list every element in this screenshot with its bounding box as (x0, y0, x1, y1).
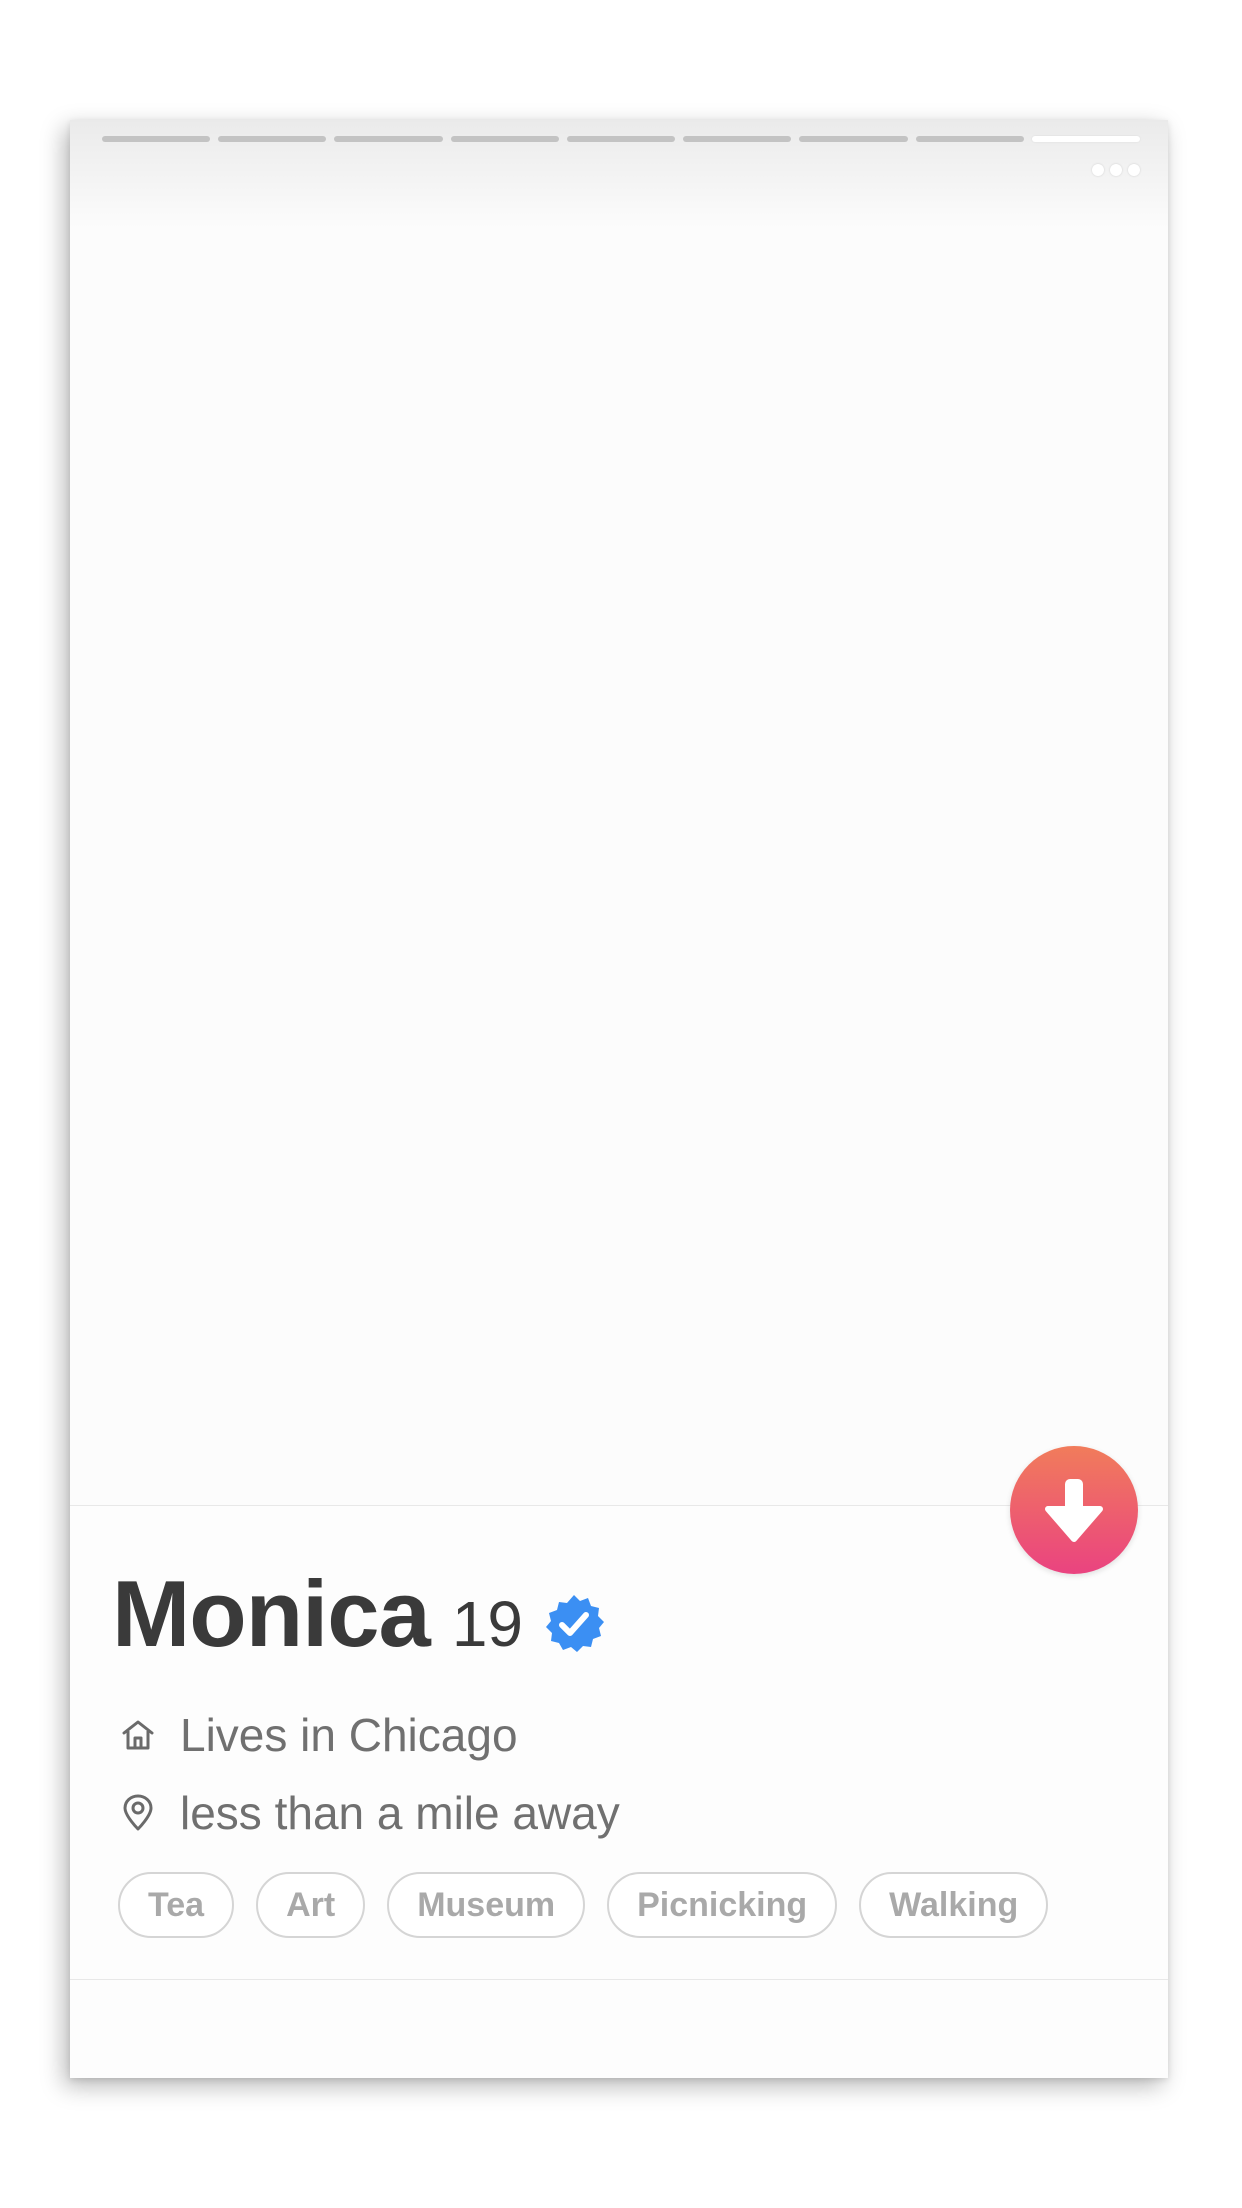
photo-progress-segment[interactable] (566, 136, 676, 142)
photo-progress-segment-active[interactable] (1031, 136, 1140, 142)
photo-progress-segment[interactable] (683, 136, 792, 142)
photo-progress-bar (102, 136, 1140, 142)
profile-info: Monica 19 Lives in Chicago less than a m… (112, 1560, 1138, 1938)
profile-name: Monica (112, 1561, 431, 1666)
arrow-down-icon (1045, 1479, 1103, 1542)
photo-progress-segment[interactable] (915, 136, 1024, 142)
distance-row: less than a mile away (112, 1774, 1138, 1852)
collapse-profile-button[interactable] (1010, 1446, 1138, 1574)
more-dots-icon (1128, 164, 1140, 176)
photo-progress-segment[interactable] (450, 136, 559, 142)
name-row: Monica 19 (112, 1560, 1138, 1670)
interest-tags: Tea Art Museum Picnicking Walking (118, 1872, 1138, 1938)
profile-photo[interactable] (70, 120, 1168, 1505)
photo-divider (70, 1505, 1168, 1506)
home-icon (118, 1715, 158, 1755)
lives-in-row: Lives in Chicago (112, 1696, 1138, 1774)
lives-in-text: Lives in Chicago (180, 1709, 518, 1761)
distance-text: less than a mile away (180, 1787, 620, 1839)
interest-tag: Museum (387, 1872, 586, 1938)
more-dots-icon (1110, 164, 1122, 176)
interest-tag: Picnicking (607, 1872, 838, 1938)
verified-badge-icon[interactable] (543, 1593, 605, 1655)
location-pin-icon (118, 1793, 158, 1833)
interest-tag: Art (256, 1872, 366, 1938)
profile-age: 19 (451, 1588, 524, 1660)
profile-footer (70, 1980, 1168, 2078)
photo-progress-segment[interactable] (102, 136, 211, 142)
more-options-button[interactable] (1088, 160, 1144, 180)
photo-progress-segment[interactable] (218, 136, 327, 142)
more-dots-icon (1092, 164, 1104, 176)
photo-progress-segment[interactable] (799, 136, 908, 142)
interest-tag: Tea (118, 1872, 235, 1938)
photo-progress-segment[interactable] (334, 136, 443, 142)
interest-tag: Walking (859, 1872, 1049, 1938)
profile-card: Monica 19 Lives in Chicago less than a m… (70, 120, 1168, 2078)
